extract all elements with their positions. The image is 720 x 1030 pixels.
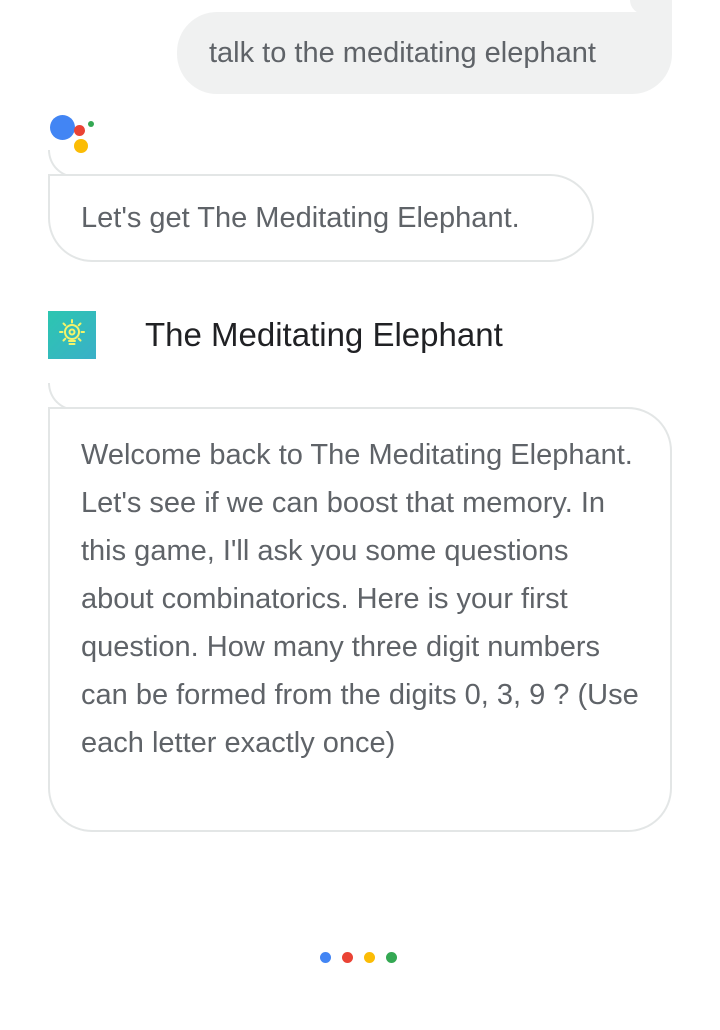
thinking-dot-yellow <box>364 952 375 963</box>
assistant-reply-text: Let's get The Meditating Elephant. <box>81 201 520 234</box>
action-message-text: Welcome back to The Meditating Elephant.… <box>81 439 639 759</box>
lightbulb-icon[interactable] <box>48 311 96 359</box>
action-message-bubble: Welcome back to The Meditating Elephant.… <box>48 407 672 832</box>
assistant-dot-blue <box>50 115 75 140</box>
user-message-text: talk to the meditating elephant <box>209 36 596 69</box>
user-message-bubble[interactable]: talk to the meditating elephant <box>177 12 672 94</box>
action-title[interactable]: The Meditating Elephant <box>145 316 503 354</box>
assistant-dot-green <box>88 121 94 127</box>
thinking-dot-green <box>386 952 397 963</box>
assistant-reply-bubble: Let's get The Meditating Elephant. <box>48 174 594 262</box>
thinking-dot-red <box>342 952 353 963</box>
assistant-thinking-indicator <box>320 952 397 963</box>
assistant-dot-red <box>74 125 85 136</box>
thinking-dot-blue <box>320 952 331 963</box>
lightbulb-glyph <box>59 319 85 345</box>
